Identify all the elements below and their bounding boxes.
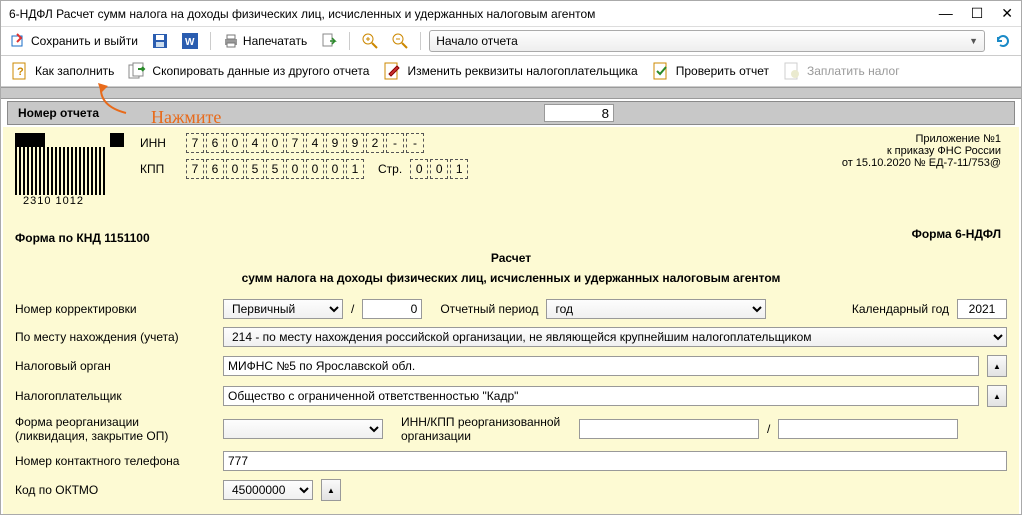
diskette-icon: [152, 33, 168, 49]
tax-org-up-button[interactable]: ▲: [987, 355, 1007, 377]
save-exit-icon: [11, 33, 27, 49]
place-label: По месту нахождения (учета): [15, 330, 215, 344]
phone-label: Номер контактного телефона: [15, 454, 215, 468]
zoom-in-button[interactable]: [358, 31, 382, 51]
barcode: 2310 1012: [15, 133, 115, 203]
word-button[interactable]: W: [178, 31, 202, 51]
word-icon: W: [182, 33, 198, 49]
place-select[interactable]: 214 - по месту нахождения российской орг…: [223, 327, 1007, 347]
edit-requisites-button[interactable]: Изменить реквизиты налогоплательщика: [383, 62, 637, 80]
report-number-input[interactable]: [544, 104, 614, 122]
correction-select[interactable]: Первичный: [223, 299, 343, 319]
year-label: Календарный год: [852, 302, 949, 316]
pay-tax-button: Заплатить налог: [783, 62, 900, 80]
save-button[interactable]: [148, 31, 172, 51]
kpp-cells[interactable]: 760550001: [186, 159, 364, 179]
form-code: Форма по КНД 1151100: [15, 231, 1007, 245]
tax-org-input[interactable]: [223, 356, 979, 376]
report-number-bar: Номер отчета: [7, 101, 1015, 125]
oktmo-label: Код по ОКТМО: [15, 483, 215, 497]
check-page-icon: [652, 62, 670, 80]
svg-text:?: ?: [17, 66, 24, 78]
doc-title-2: сумм налога на доходы физических лиц, ис…: [15, 271, 1007, 285]
edit-page-icon: [383, 62, 401, 80]
payer-label: Налогоплательщик: [15, 389, 215, 403]
help-page-icon: ?: [11, 62, 29, 80]
print-button[interactable]: Напечатать: [219, 31, 311, 51]
report-number-label: Номер отчета: [8, 106, 109, 120]
appendix-info: Приложение №1 к приказу ФНС России от 15…: [842, 133, 1007, 203]
minimize-icon[interactable]: —: [939, 5, 953, 22]
inn-cells[interactable]: 7604074992--: [186, 133, 424, 153]
reorg-label: Форма реорганизации (ликвидация, закрыти…: [15, 415, 215, 443]
reorg-inn-label: ИНН/КПП реорганизованной организации: [401, 415, 571, 443]
reorg-select[interactable]: [223, 419, 383, 439]
doc-title-1: Расчет: [15, 251, 1007, 265]
inn-label: ИНН: [140, 136, 178, 150]
check-report-button[interactable]: Проверить отчет: [652, 62, 769, 80]
refresh-button[interactable]: [991, 31, 1015, 51]
page-cells: 001: [410, 159, 468, 179]
form-name-right: Форма 6-НДФЛ: [912, 227, 1001, 241]
tax-org-label: Налоговый орган: [15, 359, 215, 373]
pay-icon: [783, 62, 801, 80]
kpp-label: КПП: [140, 162, 178, 176]
window-title: 6-НДФЛ Расчет сумм налога на доходы физи…: [9, 7, 595, 21]
copy-data-button[interactable]: Скопировать данные из другого отчета: [128, 62, 369, 80]
payer-input[interactable]: [223, 386, 979, 406]
barcode-number: 2310 1012: [23, 195, 84, 207]
maximize-icon[interactable]: ☐: [971, 5, 984, 22]
howto-button[interactable]: ? Как заполнить: [11, 62, 114, 80]
period-label: Отчетный период: [440, 302, 538, 316]
oktmo-select[interactable]: 45000000: [223, 480, 313, 500]
copy-page-icon: [128, 62, 146, 80]
save-exit-button[interactable]: Сохранить и выйти: [7, 31, 142, 51]
payer-up-button[interactable]: ▲: [987, 385, 1007, 407]
separator-strip: [1, 87, 1021, 99]
printer-icon: [223, 33, 239, 49]
titlebar: 6-НДФЛ Расчет сумм налога на доходы физи…: [1, 1, 1021, 27]
oktmo-up-button[interactable]: ▲: [321, 479, 341, 501]
document-body: 2310 1012 ИНН 7604074992-- КПП 760550001…: [3, 127, 1019, 515]
year-input[interactable]: [957, 299, 1007, 319]
zoom-out-icon: [392, 33, 408, 49]
svg-text:W: W: [185, 37, 195, 48]
zoom-out-button[interactable]: [388, 31, 412, 51]
export-button[interactable]: [317, 31, 341, 51]
reorg-kpp-input[interactable]: [778, 419, 958, 439]
phone-input[interactable]: [223, 451, 1007, 471]
page-label: Стр.: [378, 162, 402, 176]
action-bar: ? Как заполнить Скопировать данные из др…: [1, 56, 1021, 87]
period-select[interactable]: год: [546, 299, 766, 319]
main-toolbar: Сохранить и выйти W Напечатать Начало от…: [1, 27, 1021, 56]
reorg-inn-input[interactable]: [579, 419, 759, 439]
zoom-in-icon: [362, 33, 378, 49]
refresh-icon: [995, 33, 1011, 49]
section-combo[interactable]: Начало отчета ▼: [429, 30, 985, 52]
page-arrow-icon: [321, 33, 337, 49]
correction-number-input[interactable]: [362, 299, 422, 319]
correction-label: Номер корректировки: [15, 302, 215, 316]
chevron-down-icon: ▼: [969, 36, 978, 46]
close-icon[interactable]: ✕: [1001, 5, 1013, 22]
